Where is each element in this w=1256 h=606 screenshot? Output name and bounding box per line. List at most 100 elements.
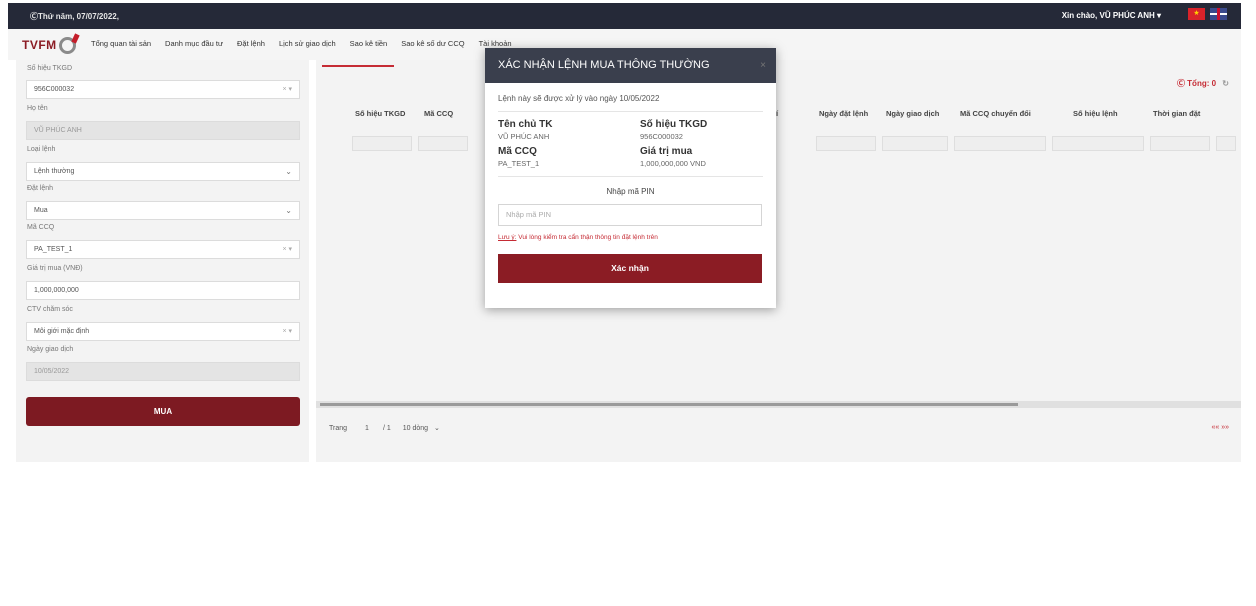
- warning-text: Vui lòng kiểm tra cẩn thận thông tin đặt…: [516, 234, 658, 241]
- rows-per-page-select[interactable]: 10 dòng ⌄: [402, 424, 440, 433]
- order-type-value: Lệnh thường: [34, 168, 75, 175]
- brand-logo[interactable]: TVFM: [22, 36, 76, 54]
- trade-date-value: 10/05/2022: [34, 368, 70, 375]
- chevron-down-icon: ▾: [1156, 11, 1161, 20]
- modal-body: Lệnh này sẽ được xử lý vào ngày 10/05/20…: [485, 83, 776, 308]
- clear-icon[interactable]: × ▾: [282, 323, 292, 340]
- amount-value: 1,000,000,000 VND: [640, 159, 706, 168]
- fund-label: Mã CCQ: [27, 224, 55, 231]
- page-total: / 1: [382, 424, 391, 432]
- modal-header: XÁC NHẬN LỆNH MUA THÔNG THƯỜNG ×: [485, 48, 776, 83]
- broker-value: Môi giới mặc định: [34, 328, 90, 335]
- top-bar: ⒸThứ năm, 07/07/2022, Xin chào, VŨ PHÚC …: [8, 3, 1241, 29]
- uk-flag-icon[interactable]: [1210, 8, 1227, 20]
- nav-item-fund-statement[interactable]: Sao kê số dư CCQ: [401, 39, 464, 48]
- filter-input[interactable]: [352, 136, 412, 151]
- name-field: VŨ PHÚC ANH: [26, 121, 300, 140]
- account-label: Số hiệu TKGD: [27, 65, 73, 72]
- warning-note: Lưu ý: Vui lòng kiểm tra cẩn thận thông …: [498, 234, 763, 241]
- chevron-down-icon: ⌄: [285, 167, 292, 176]
- page-label: Trang: [329, 424, 348, 432]
- column-header[interactable]: Số hiệu lệnh: [1073, 109, 1118, 118]
- trade-date-label: Ngày giao dịch: [27, 346, 74, 353]
- nav-item-account[interactable]: Tài khoản: [479, 39, 512, 48]
- clear-icon[interactable]: × ▾: [282, 241, 292, 258]
- buy-button[interactable]: MUA: [26, 397, 300, 426]
- user-menu[interactable]: Xin chào, VŨ PHÚC ANH ▾: [1062, 11, 1161, 20]
- side-select[interactable]: Mua ⌄: [26, 201, 300, 220]
- divider: [498, 111, 763, 112]
- trade-date-field: 10/05/2022: [26, 362, 300, 381]
- account-value: 956C000032: [640, 132, 683, 141]
- active-tab-indicator: [322, 65, 394, 67]
- pin-input[interactable]: Nhập mã PIN: [498, 204, 762, 226]
- order-type-label: Loại lệnh: [27, 146, 56, 153]
- pagination: Trang 1 / 1 10 dòng ⌄: [329, 424, 440, 433]
- amount-label: Giá trị mua (VNĐ): [27, 265, 83, 272]
- name-label: Họ tên: [27, 105, 48, 112]
- vn-flag-icon[interactable]: ★: [1188, 8, 1205, 20]
- current-datetime: ⒸThứ năm, 07/07/2022,: [30, 12, 119, 21]
- account-value: 956C000032: [34, 86, 75, 93]
- column-header[interactable]: Ngày đặt lệnh: [819, 109, 868, 118]
- processing-note: Lệnh này sẽ được xử lý vào ngày 10/05/20…: [498, 94, 660, 103]
- logo-mark-icon: [58, 36, 76, 54]
- nav-item-history[interactable]: Lịch sử giao dịch: [279, 39, 336, 48]
- rows-per-page-value: 10 dòng: [402, 424, 429, 432]
- column-header[interactable]: Số hiệu TKGD: [355, 109, 405, 118]
- nav-item-portfolio[interactable]: Danh mục đầu tư: [165, 39, 223, 48]
- close-icon[interactable]: ×: [760, 48, 766, 83]
- total-label: Ⓒ Tổng: 0: [1176, 79, 1217, 88]
- page-number-input[interactable]: 1: [365, 425, 369, 432]
- chevron-down-icon: ⌄: [285, 206, 292, 215]
- column-header[interactable]: Mã CCQ: [424, 109, 453, 118]
- logo-text: TVFM: [22, 38, 57, 52]
- filter-row: [316, 136, 1241, 152]
- scrollbar-thumb[interactable]: [320, 403, 1018, 406]
- nav-item-cash-statement[interactable]: Sao kê tiền: [350, 39, 388, 48]
- fund-value: PA_TEST_1: [34, 246, 73, 253]
- pin-title: Nhập mã PIN: [606, 187, 655, 196]
- amount-value: 1,000,000,000: [34, 287, 79, 294]
- filter-input[interactable]: [954, 136, 1046, 151]
- user-greeting: Xin chào, VŨ PHÚC ANH: [1061, 11, 1155, 20]
- column-header[interactable]: Thời gian đặt: [1153, 109, 1200, 118]
- filter-input[interactable]: [882, 136, 948, 151]
- amount-input[interactable]: 1,000,000,000: [26, 281, 300, 300]
- warning-label: Lưu ý:: [498, 234, 517, 241]
- column-header[interactable]: Mã CCQ chuyển đổi: [960, 109, 1031, 118]
- nav-item-asset-overview[interactable]: Tổng quan tài sản: [91, 39, 151, 48]
- owner-value: VŨ PHÚC ANH: [498, 132, 550, 141]
- broker-select[interactable]: Môi giới mặc định × ▾: [26, 322, 300, 341]
- column-header[interactable]: í: [776, 109, 778, 118]
- fund-label: Mã CCQ: [498, 146, 537, 157]
- divider: [498, 176, 763, 177]
- account-select[interactable]: 956C000032 × ▾: [26, 80, 300, 99]
- clear-icon[interactable]: × ▾: [282, 81, 292, 98]
- total-count: Ⓒ Tổng: 0 ↻: [1177, 78, 1229, 89]
- horizontal-scrollbar[interactable]: [316, 401, 1241, 408]
- nav-item-place-order[interactable]: Đặt lệnh: [237, 39, 265, 48]
- pagination-arrows-icon[interactable]: «« »»: [1211, 424, 1229, 431]
- fund-value: PA_TEST_1: [498, 159, 540, 168]
- order-form: Số hiệu TKGD 956C000032 × ▾ Họ tên VŨ PH…: [16, 60, 309, 462]
- filter-input[interactable]: [1150, 136, 1210, 151]
- refresh-icon[interactable]: ↻: [1222, 79, 1229, 88]
- side-label: Đặt lệnh: [27, 185, 54, 192]
- side-value: Mua: [34, 207, 48, 214]
- confirm-button[interactable]: Xác nhận: [498, 254, 762, 283]
- amount-label: Giá trị mua: [640, 146, 693, 157]
- chevron-down-icon: ⌄: [434, 425, 440, 432]
- filter-input[interactable]: [418, 136, 468, 151]
- name-value: VŨ PHÚC ANH: [34, 127, 82, 134]
- order-summary: Tên chủ TK VŨ PHÚC ANH Số hiệu TKGD 956C…: [498, 119, 763, 168]
- account-label: Số hiệu TKGD: [640, 119, 708, 130]
- owner-label: Tên chủ TK: [498, 119, 553, 130]
- filter-input[interactable]: [1216, 136, 1236, 151]
- filter-input[interactable]: [816, 136, 876, 151]
- confirm-order-modal: XÁC NHẬN LỆNH MUA THÔNG THƯỜNG × Lệnh nà…: [485, 48, 776, 308]
- order-type-select[interactable]: Lệnh thường ⌄: [26, 162, 300, 181]
- column-header[interactable]: Ngày giao dịch: [886, 109, 939, 118]
- filter-input[interactable]: [1052, 136, 1144, 151]
- fund-select[interactable]: PA_TEST_1 × ▾: [26, 240, 300, 259]
